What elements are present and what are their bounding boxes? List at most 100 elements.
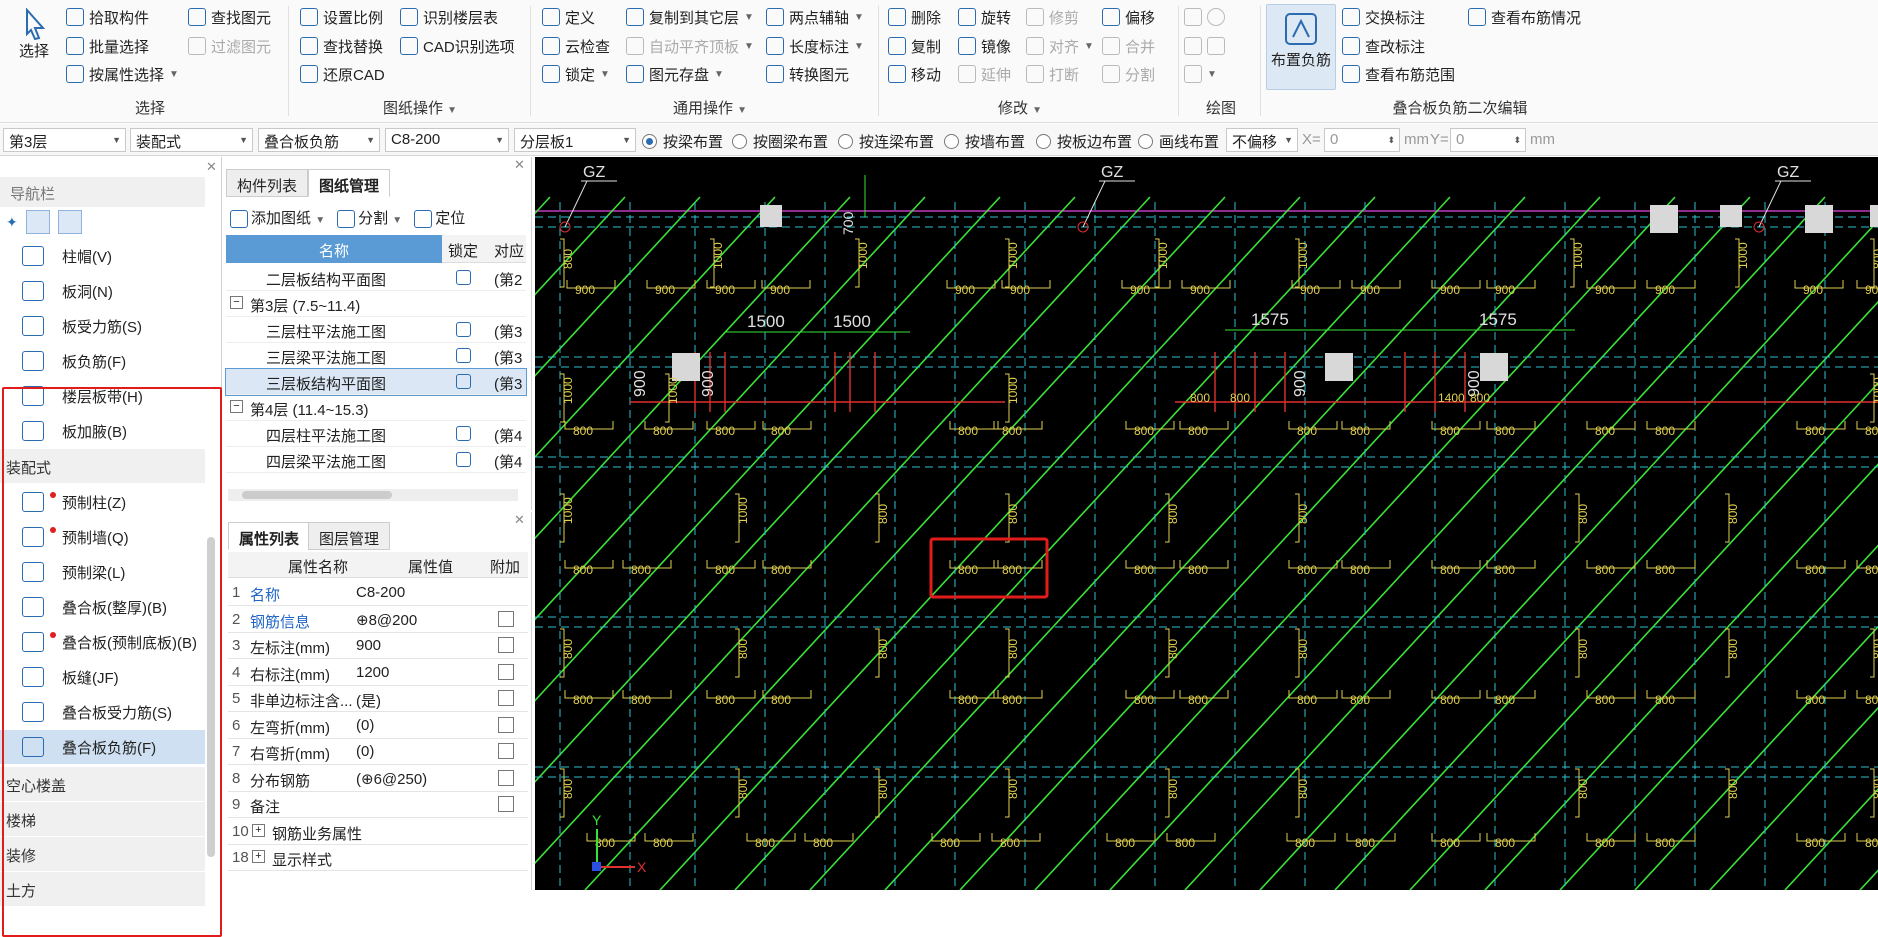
align-button[interactable]: 对齐 ▼ — [1026, 34, 1094, 58]
copy-to-floor-button[interactable]: 复制到其它层 ▼ — [626, 5, 754, 29]
define-button[interactable]: 定义 — [542, 5, 595, 29]
property-row[interactable]: 18 + 显示样式 — [228, 845, 528, 871]
split-drawing-button[interactable]: 分割 ▼ — [337, 207, 402, 229]
add-drawing-button[interactable]: 添加图纸 ▼ — [230, 207, 325, 229]
property-row[interactable]: 3 左标注(mm) 900 — [228, 633, 528, 659]
col-name[interactable]: 名称 — [226, 235, 442, 263]
line-tool[interactable] — [1184, 34, 1225, 58]
radio-by-link-beam[interactable]: 按连梁布置 — [838, 131, 934, 152]
lock-button[interactable]: 锁定 ▼ — [542, 62, 610, 86]
place-negative-rebar-button[interactable]: 布置负筋 — [1266, 4, 1336, 90]
point-tool[interactable] — [1184, 5, 1225, 29]
break-button[interactable]: 打断 — [1026, 62, 1079, 86]
swap-dim-button[interactable]: 交换标注 — [1342, 5, 1425, 29]
rotate-button[interactable]: 旋转 — [958, 5, 1011, 29]
nav-item[interactable]: 板受力筋(S) — [0, 309, 205, 343]
find-replace-button[interactable]: 查找替换 — [300, 34, 383, 58]
col-map[interactable]: 对应 — [494, 240, 524, 261]
spec-select[interactable]: C8-200 ▼ — [385, 128, 509, 152]
close-icon[interactable]: ✕ — [514, 157, 525, 173]
cad-options-button[interactable]: CAD识别选项 — [400, 34, 515, 58]
detail-view-icon[interactable] — [57, 210, 82, 234]
attach-checkbox[interactable] — [498, 637, 514, 653]
property-row[interactable]: 9 备注 — [228, 792, 528, 818]
select-by-attr-button[interactable]: 按属性选择 ▼ — [66, 62, 179, 86]
property-row[interactable]: 1 名称 C8-200 — [228, 580, 528, 606]
radio-by-wall[interactable]: 按墙布置 — [944, 131, 1025, 152]
drawing-group-row[interactable]: − 第4层 (11.4~15.3) — [226, 395, 526, 421]
view-range-button[interactable]: 查看布筋范围 — [1342, 62, 1455, 86]
cad-canvas[interactable]: GZ GZ GZ 700 1500 1500 1575 1575 900 900 900 900 900… — [535, 157, 1878, 890]
lock-icon[interactable] — [456, 348, 471, 363]
scrollbar[interactable] — [207, 537, 215, 857]
type-select[interactable]: 装配式 ▼ — [130, 128, 253, 152]
drawing-row[interactable]: 三层柱平法施工图 (第3 — [226, 317, 526, 343]
y-input[interactable]: 0 ⬍ — [1450, 128, 1526, 152]
layer-select[interactable]: 分层板1 ▼ — [514, 128, 636, 152]
attach-checkbox[interactable] — [498, 716, 514, 733]
copy-button[interactable]: 复制 — [888, 34, 941, 58]
set-scale-button[interactable]: 设置比例 — [300, 5, 383, 29]
radio-by-ring-beam[interactable]: 按圈梁布置 — [732, 131, 828, 152]
close-icon[interactable]: ✕ — [514, 512, 525, 528]
save-element-button[interactable]: 图元存盘 ▼ — [626, 62, 724, 86]
recognize-floor-table-button[interactable]: 识别楼层表 — [400, 5, 498, 29]
convert-element-button[interactable]: 转换图元 — [766, 62, 849, 86]
batch-select-button[interactable]: 批量选择 — [66, 34, 149, 58]
extend-button[interactable]: 延伸 — [958, 62, 1011, 86]
nav-item[interactable]: 柱帽(V) — [0, 239, 205, 273]
select-button[interactable]: 选择 — [10, 8, 58, 78]
property-row[interactable]: 2 钢筋信息 ⊕8@200 — [228, 607, 528, 633]
attach-checkbox[interactable] — [498, 690, 514, 706]
split-button[interactable]: 分割 — [1102, 62, 1155, 86]
find-element-button[interactable]: 查找图元 — [188, 5, 271, 29]
mirror-button[interactable]: 镜像 — [958, 34, 1011, 58]
floor-select[interactable]: 第3层 ▼ — [3, 128, 126, 152]
pin-icon[interactable]: ✦ — [6, 214, 18, 231]
lock-icon[interactable] — [456, 452, 471, 467]
drawing-row[interactable]: 二层板结构平面图 (第2 — [226, 265, 526, 291]
nav-item[interactable]: 板负筋(F) — [0, 344, 205, 378]
property-row[interactable]: 5 非单边标注含... (是) — [228, 686, 528, 712]
drawing-row[interactable]: 四层柱平法施工图 (第4 — [226, 421, 526, 447]
two-point-axis-button[interactable]: 两点辅轴 ▼ — [766, 5, 864, 29]
radio-by-slab-edge[interactable]: 按板边布置 — [1036, 131, 1132, 152]
h-scrollbar[interactable] — [228, 489, 518, 501]
pick-element-button[interactable]: 拾取构件 — [66, 5, 149, 29]
property-row[interactable]: 4 右标注(mm) 1200 — [228, 660, 528, 686]
property-row[interactable]: 7 右弯折(mm) (0) — [228, 739, 528, 765]
offset-button[interactable]: 偏移 — [1102, 5, 1155, 29]
expand-icon[interactable]: + — [252, 823, 265, 837]
view-info-button[interactable]: 查看布筋情况 — [1468, 5, 1581, 29]
tab-property-list[interactable]: 属性列表 — [228, 522, 311, 550]
check-dim-button[interactable]: 查改标注 — [1342, 34, 1425, 58]
restore-cad-button[interactable]: 还原CAD — [300, 62, 385, 86]
tab-element-list[interactable]: 构件列表 — [226, 169, 309, 197]
drawing-row[interactable]: 三层板结构平面图 (第3 — [225, 368, 527, 396]
merge-button[interactable]: 合并 — [1102, 34, 1155, 58]
property-row[interactable]: 8 分布钢筋 (⊕6@250) — [228, 766, 528, 792]
trim-button[interactable]: 修剪 — [1026, 5, 1079, 29]
collapse-icon[interactable]: − — [230, 400, 243, 413]
attach-checkbox[interactable] — [498, 796, 514, 812]
lock-icon[interactable] — [456, 322, 471, 337]
list-view-icon[interactable] — [25, 210, 50, 234]
tab-drawing-manager[interactable]: 图纸管理 — [308, 169, 391, 197]
filter-element-button[interactable]: 过滤图元 — [188, 34, 271, 58]
radio-by-beam[interactable]: 按梁布置 — [642, 131, 723, 152]
cad-drawing[interactable]: GZ GZ GZ 700 1500 1500 1575 1575 900 900 900 900 900… — [535, 157, 1878, 890]
drawing-group-row[interactable]: − 第3层 (7.5~11.4) — [226, 291, 526, 317]
drawing-row[interactable]: 四层梁平法施工图 (第4 — [226, 447, 526, 473]
attach-checkbox[interactable] — [498, 743, 514, 759]
drawing-row[interactable]: 三层梁平法施工图 (第3 — [226, 343, 526, 369]
col-lock[interactable]: 锁定 — [448, 240, 478, 261]
move-button[interactable]: 移动 — [888, 62, 941, 86]
lock-icon[interactable] — [456, 270, 471, 285]
attach-checkbox[interactable] — [498, 610, 514, 627]
delete-button[interactable]: 删除 — [888, 5, 941, 29]
attach-checkbox[interactable] — [498, 663, 514, 680]
offset-select[interactable]: 不偏移 ▼ — [1226, 128, 1298, 152]
radio-draw-line[interactable]: 画线布置 — [1138, 131, 1219, 152]
length-dim-button[interactable]: 长度标注 ▼ — [766, 34, 864, 58]
collapse-icon[interactable]: − — [230, 296, 243, 309]
